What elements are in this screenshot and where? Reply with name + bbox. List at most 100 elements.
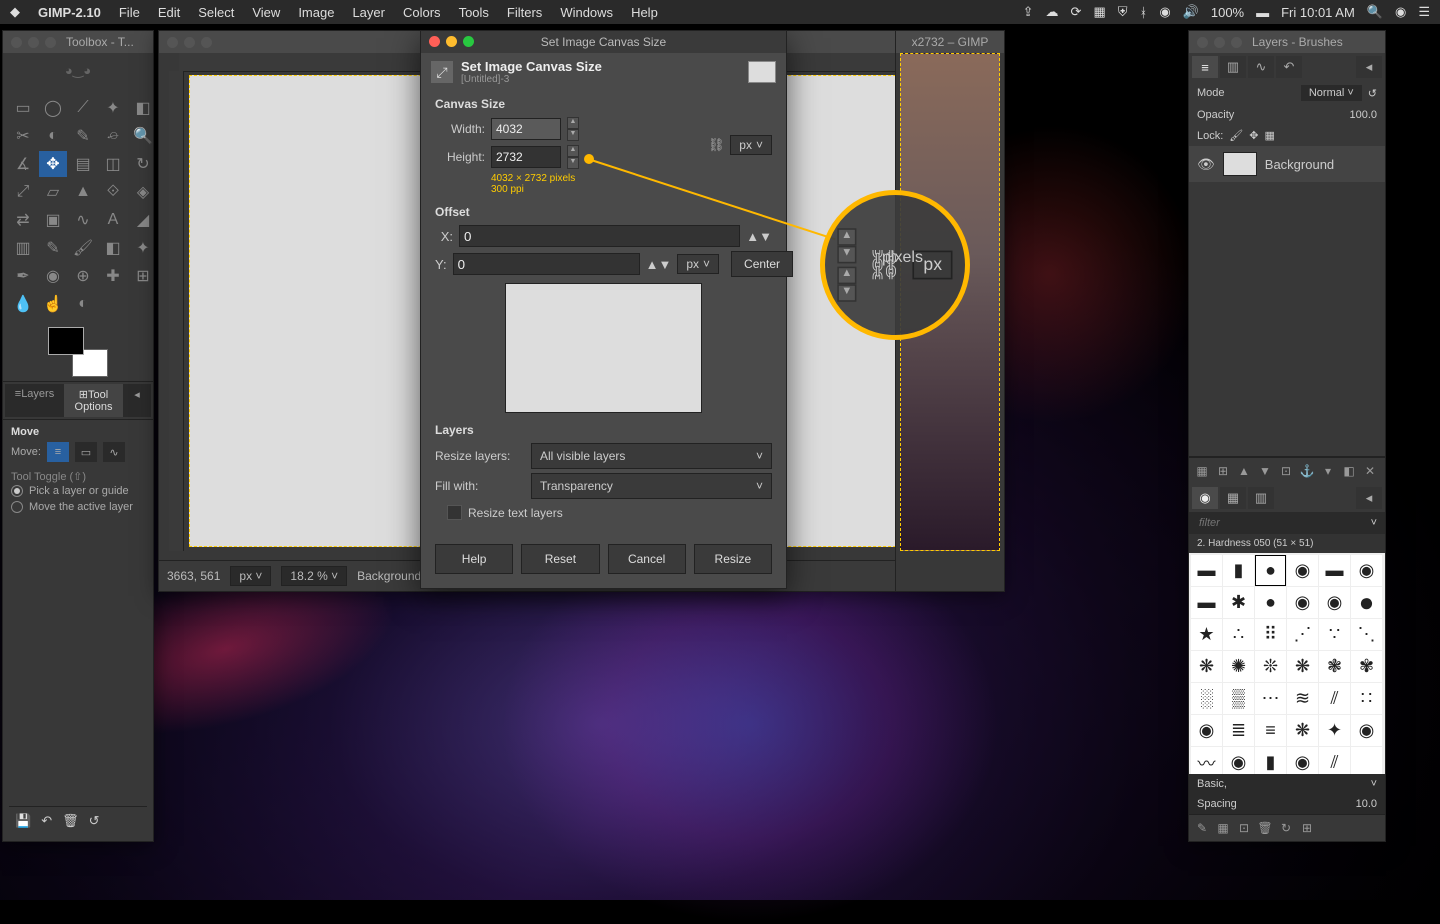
align-tool[interactable]: ▤ bbox=[69, 151, 97, 177]
menu-layer[interactable]: Layer bbox=[352, 5, 385, 20]
pencil-tool[interactable]: ✎ bbox=[39, 235, 67, 261]
menu-filters[interactable]: Filters bbox=[507, 5, 542, 20]
resize-text-checkbox[interactable]: Resize text layers bbox=[447, 505, 772, 520]
cage-tool[interactable]: ▣ bbox=[39, 207, 67, 233]
brush-item[interactable]: 〰 bbox=[1191, 747, 1222, 774]
eraser-tool[interactable]: ◧ bbox=[99, 235, 127, 261]
transform-tool[interactable]: ⟐ bbox=[99, 179, 127, 205]
bucket-tool[interactable]: ◢ bbox=[129, 207, 157, 233]
brush-item[interactable]: ⫽ bbox=[1319, 683, 1350, 714]
brush-item[interactable]: ❊ bbox=[1255, 651, 1286, 682]
lock-position-icon[interactable]: ✥ bbox=[1249, 129, 1258, 142]
brush-item[interactable]: ◉ bbox=[1319, 587, 1350, 618]
unit-selector[interactable]: px ˅ bbox=[230, 566, 271, 586]
image2-canvas[interactable] bbox=[900, 53, 1000, 551]
minimize-icon[interactable] bbox=[446, 36, 457, 47]
menu-edit[interactable]: Edit bbox=[158, 5, 180, 20]
menu-select[interactable]: Select bbox=[198, 5, 234, 20]
zoom-icon[interactable] bbox=[45, 37, 56, 48]
minimize-icon[interactable] bbox=[1214, 37, 1225, 48]
brush-item[interactable]: ❋ bbox=[1287, 715, 1318, 746]
menu-colors[interactable]: Colors bbox=[403, 5, 441, 20]
mypaint-tool[interactable]: ◉ bbox=[39, 263, 67, 289]
undo-tab[interactable]: ↶ bbox=[1276, 56, 1302, 78]
cloud-icon[interactable]: ☁ bbox=[1046, 4, 1059, 20]
brush-item[interactable]: ≣ bbox=[1223, 715, 1254, 746]
color-select-tool[interactable]: ◧ bbox=[129, 95, 157, 121]
duplicate-icon[interactable]: ⊡ bbox=[1276, 461, 1296, 481]
unit-dropdown[interactable]: px ˅ bbox=[730, 135, 772, 155]
zoom-icon[interactable] bbox=[1231, 37, 1242, 48]
warp-tool[interactable]: ∿ bbox=[69, 207, 97, 233]
tab-menu-icon[interactable]: ◂ bbox=[1356, 487, 1382, 509]
gradients-tab[interactable]: ▥ bbox=[1248, 487, 1274, 509]
brush-item[interactable]: ∵ bbox=[1319, 619, 1350, 650]
radio-pick-layer[interactable]: Pick a layer or guide bbox=[11, 483, 145, 499]
brush-item[interactable]: ❋ bbox=[1191, 651, 1222, 682]
brush-item[interactable]: ░ bbox=[1191, 683, 1222, 714]
height-input[interactable] bbox=[491, 146, 561, 168]
x-up-icon[interactable]: ▲ bbox=[746, 229, 759, 244]
chevron-down-icon[interactable]: ˅ bbox=[1371, 778, 1377, 790]
tool-options-tab[interactable]: ⊞Tool Options bbox=[64, 384, 123, 417]
zoom-tool[interactable]: 🔍 bbox=[129, 123, 157, 149]
save-options-icon[interactable]: 💾 bbox=[15, 813, 31, 829]
chain-link-icon[interactable]: ⛓ bbox=[708, 125, 724, 165]
open-as-image-icon[interactable]: ⊞ bbox=[1297, 818, 1317, 838]
brush-item[interactable]: ▮ bbox=[1255, 747, 1286, 774]
opacity-value[interactable]: 100.0 bbox=[1349, 109, 1377, 121]
radio-move-active[interactable]: Move the active layer bbox=[11, 499, 145, 515]
brush-item[interactable]: ⫽ bbox=[1319, 747, 1350, 774]
restore-options-icon[interactable]: ↶ bbox=[41, 813, 52, 829]
spotlight-icon[interactable]: 🔍 bbox=[1367, 4, 1383, 20]
clone-tool[interactable]: ⊕ bbox=[69, 263, 97, 289]
brush-item[interactable]: ◉ bbox=[1223, 747, 1254, 774]
scale-tool[interactable]: ⤢ bbox=[9, 179, 37, 205]
reset-options-icon[interactable]: ↺ bbox=[89, 813, 100, 829]
brush-item[interactable]: ▮ bbox=[1223, 555, 1254, 586]
siri-icon[interactable]: ◉ bbox=[1395, 4, 1406, 20]
offset-preview[interactable] bbox=[505, 283, 702, 413]
scissors-tool[interactable]: ✂ bbox=[9, 123, 37, 149]
mask-icon[interactable]: ◧ bbox=[1339, 461, 1359, 481]
layer-name[interactable]: Background bbox=[1265, 157, 1334, 172]
brush-item[interactable]: ✦ bbox=[1319, 715, 1350, 746]
move-selection-mode[interactable]: ▭ bbox=[75, 442, 97, 462]
shear-tool[interactable]: ▱ bbox=[39, 179, 67, 205]
wifi-icon[interactable]: ◉ bbox=[1159, 4, 1170, 20]
brush-item[interactable]: ✺ bbox=[1223, 651, 1254, 682]
brush-item[interactable]: ● bbox=[1351, 587, 1382, 618]
sync-icon[interactable]: ⟳ bbox=[1071, 4, 1082, 20]
brush-item[interactable]: ≡ bbox=[1255, 715, 1286, 746]
clock[interactable]: Fri 10:01 AM bbox=[1281, 5, 1355, 20]
patterns-tab[interactable]: ▦ bbox=[1220, 487, 1246, 509]
delete-options-icon[interactable]: 🗑 bbox=[62, 813, 79, 829]
brush-item[interactable]: ⋰ bbox=[1287, 619, 1318, 650]
resize-layers-dropdown[interactable]: All visible layers˅ bbox=[531, 443, 772, 469]
zoom-icon[interactable] bbox=[201, 37, 212, 48]
brush-item[interactable]: ◉ bbox=[1191, 715, 1222, 746]
airbrush-tool[interactable]: ✦ bbox=[129, 235, 157, 261]
brush-item[interactable]: ● bbox=[1255, 587, 1286, 618]
lock-alpha-icon[interactable]: ▦ bbox=[1264, 129, 1274, 142]
width-input[interactable] bbox=[491, 118, 561, 140]
delete-brush-icon[interactable]: 🗑 bbox=[1255, 818, 1275, 838]
brush-item[interactable]: ▬ bbox=[1319, 555, 1350, 586]
brush-item[interactable]: ▒ bbox=[1223, 683, 1254, 714]
menu-help[interactable]: Help bbox=[631, 5, 658, 20]
layers-tab[interactable]: ≡ bbox=[1192, 56, 1218, 78]
anchor-icon[interactable]: ⚓ bbox=[1297, 461, 1317, 481]
delete-layer-icon[interactable]: ✕ bbox=[1360, 461, 1380, 481]
new-layer-icon[interactable]: ▦ bbox=[1192, 461, 1212, 481]
menu-tools[interactable]: Tools bbox=[459, 5, 489, 20]
height-up-icon[interactable]: ▲ bbox=[567, 145, 579, 157]
chevron-down-icon[interactable]: ˅ bbox=[1371, 517, 1377, 529]
menu-view[interactable]: View bbox=[252, 5, 280, 20]
blur-tool[interactable]: 💧 bbox=[9, 291, 37, 317]
close-icon[interactable] bbox=[429, 36, 440, 47]
shield-icon[interactable]: ⛨ bbox=[1118, 4, 1128, 20]
bluetooth-icon[interactable]: ᚼ bbox=[1140, 5, 1148, 20]
x-input[interactable] bbox=[459, 225, 740, 247]
brush-item[interactable]: ✾ bbox=[1351, 651, 1382, 682]
help-button[interactable]: Help bbox=[435, 544, 513, 574]
